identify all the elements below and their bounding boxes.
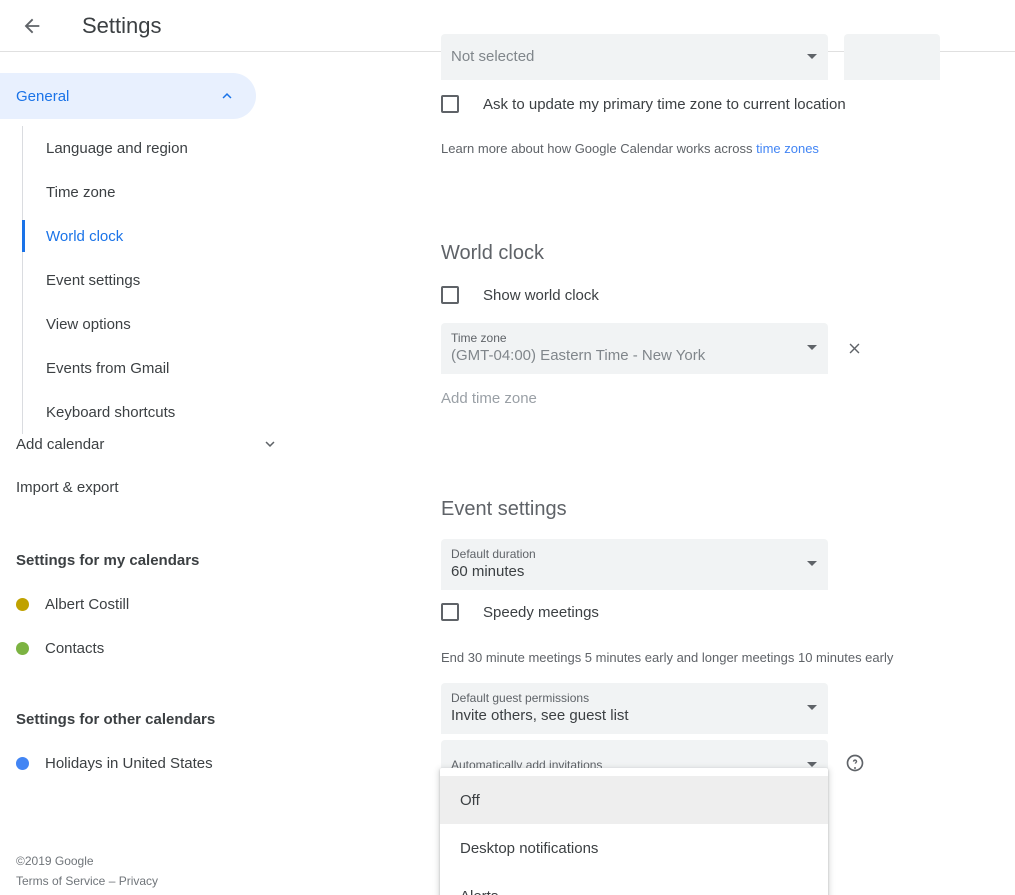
chevron-down-icon [261, 435, 279, 453]
settings-sidebar: General Language and region Time zone Wo… [0, 52, 420, 895]
dropdown-option-label: Alerts [460, 888, 498, 895]
event-settings-heading: Event settings [441, 498, 567, 521]
footer-separator: – [105, 874, 118, 888]
calendar-name: Contacts [45, 640, 104, 657]
terms-of-service-link[interactable]: Terms of Service [16, 874, 105, 888]
sidebar-item-label: View options [46, 316, 131, 333]
ask-update-timezone-checkbox[interactable] [441, 95, 459, 113]
sidebar-sub-nav: Language and region Time zone World cloc… [22, 126, 188, 434]
privacy-link[interactable]: Privacy [119, 874, 158, 888]
chevron-down-icon [807, 762, 817, 767]
sidebar-footer: ©2019 Google Terms of Service – Privacy [16, 851, 158, 891]
world-clock-timezone-value: (GMT-04:00) Eastern Time - New York [451, 346, 816, 366]
primary-timezone-select[interactable]: Not selected [441, 34, 828, 80]
sidebar-item-keyboard-shortcuts[interactable]: Keyboard shortcuts [23, 390, 188, 434]
other-calendars-heading: Settings for other calendars [16, 711, 215, 728]
default-duration-value: 60 minutes [451, 562, 816, 582]
speedy-meetings-label: Speedy meetings [483, 604, 599, 621]
auto-add-invitations-dropdown-menu[interactable]: Off Desktop notifications Alerts [440, 768, 828, 895]
default-duration-select[interactable]: Default duration 60 minutes [441, 539, 828, 590]
ask-update-timezone-checkbox-row[interactable]: Ask to update my primary time zone to cu… [441, 95, 846, 113]
settings-main-content: Not selected Ask to update my primary ti… [420, 52, 1015, 895]
default-guest-permissions-value: Invite others, see guest list [451, 706, 816, 726]
show-world-clock-checkbox[interactable] [441, 286, 459, 304]
arrow-left-icon [21, 15, 43, 37]
chevron-down-icon [807, 345, 817, 350]
timezone-learn-more-text: Learn more about how Google Calendar wor… [441, 141, 819, 156]
learn-more-prefix: Learn more about how Google Calendar wor… [441, 141, 756, 156]
speedy-meetings-checkbox[interactable] [441, 603, 459, 621]
dropdown-option-label: Desktop notifications [460, 840, 598, 857]
show-world-clock-checkbox-row[interactable]: Show world clock [441, 286, 599, 304]
calendar-name: Holidays in United States [45, 755, 213, 772]
secondary-timezone-select[interactable] [844, 34, 940, 80]
sidebar-item-import-export[interactable]: Import & export [16, 479, 119, 496]
chevron-down-icon [807, 705, 817, 710]
time-zones-link[interactable]: time zones [756, 141, 819, 156]
default-duration-label: Default duration [451, 546, 816, 562]
dropdown-option-desktop-notifications[interactable]: Desktop notifications [440, 824, 828, 872]
calendar-item-holidays-in-united-states[interactable]: Holidays in United States [16, 755, 213, 772]
world-clock-timezone-select[interactable]: Time zone (GMT-04:00) Eastern Time - New… [441, 323, 828, 374]
page-title: Settings [82, 13, 162, 39]
sidebar-item-label: Event settings [46, 272, 140, 289]
ask-update-timezone-label: Ask to update my primary time zone to cu… [483, 96, 846, 113]
sidebar-item-language-and-region[interactable]: Language and region [23, 126, 188, 170]
default-guest-permissions-select[interactable]: Default guest permissions Invite others,… [441, 683, 828, 734]
sidebar-item-world-clock[interactable]: World clock [23, 214, 188, 258]
dropdown-option-label: Off [460, 792, 480, 809]
sidebar-item-time-zone[interactable]: Time zone [23, 170, 188, 214]
chevron-up-icon [218, 87, 236, 105]
sidebar-item-view-options[interactable]: View options [23, 302, 188, 346]
calendar-color-dot [16, 598, 29, 611]
add-time-zone-input[interactable]: Add time zone [441, 390, 537, 407]
speedy-meetings-hint: End 30 minute meetings 5 minutes early a… [441, 650, 893, 665]
add-time-zone-placeholder: Add time zone [441, 390, 537, 407]
sidebar-group-general[interactable]: General [0, 73, 256, 119]
sidebar-item-event-settings[interactable]: Event settings [23, 258, 188, 302]
world-clock-timezone-label: Time zone [451, 330, 816, 346]
close-icon [846, 340, 863, 357]
dropdown-option-alerts[interactable]: Alerts [440, 872, 828, 895]
my-calendars-heading: Settings for my calendars [16, 552, 199, 569]
import-export-label: Import & export [16, 479, 119, 496]
dropdown-option-off[interactable]: Off [440, 776, 828, 824]
copyright-text: ©2019 Google [16, 851, 158, 871]
sidebar-item-label: Time zone [46, 184, 115, 201]
sidebar-item-label: Events from Gmail [46, 360, 169, 377]
calendar-color-dot [16, 642, 29, 655]
help-circle-icon [845, 753, 865, 773]
default-guest-permissions-label: Default guest permissions [451, 690, 816, 706]
world-clock-heading: World clock [441, 242, 544, 265]
calendar-item-contacts[interactable]: Contacts [16, 640, 104, 657]
primary-timezone-value: Not selected [451, 47, 816, 67]
add-calendar-label: Add calendar [16, 436, 104, 453]
remove-time-zone-button[interactable] [839, 333, 869, 363]
sidebar-item-label: Keyboard shortcuts [46, 404, 175, 421]
sidebar-item-events-from-gmail[interactable]: Events from Gmail [23, 346, 188, 390]
show-world-clock-label: Show world clock [483, 287, 599, 304]
back-button[interactable] [12, 6, 52, 46]
sidebar-item-label: Language and region [46, 140, 188, 157]
chevron-down-icon [807, 561, 817, 566]
auto-add-invitations-help-button[interactable] [845, 753, 865, 773]
speedy-meetings-checkbox-row[interactable]: Speedy meetings [441, 603, 599, 621]
calendar-name: Albert Costill [45, 596, 129, 613]
sidebar-item-add-calendar[interactable]: Add calendar [16, 435, 279, 453]
sidebar-item-label: World clock [46, 228, 123, 245]
chevron-down-icon [807, 54, 817, 59]
calendar-color-dot [16, 757, 29, 770]
sidebar-group-label: General [16, 88, 69, 105]
calendar-item-albert-costill[interactable]: Albert Costill [16, 596, 129, 613]
